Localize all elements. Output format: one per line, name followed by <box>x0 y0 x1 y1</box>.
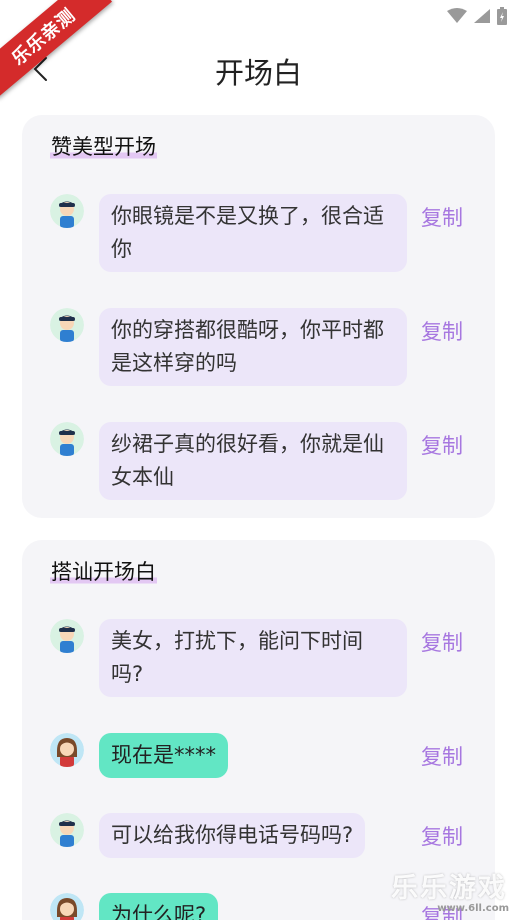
message-bubble: 纱裙子真的很好看，你就是仙女本仙 <box>99 422 407 500</box>
header: 开场白 <box>0 38 517 100</box>
signal-icon <box>474 9 490 23</box>
list-item: 纱裙子真的很好看，你就是仙女本仙 复制 <box>50 422 495 502</box>
section-title: 赞美型开场 <box>50 131 157 161</box>
battery-icon <box>497 7 507 25</box>
girl-avatar <box>50 893 84 920</box>
wifi-icon <box>447 8 467 23</box>
list-item: 你眼镜是不是又换了，很合适你 复制 <box>50 194 495 274</box>
message-bubble: 可以给我你得电话号码吗? <box>99 813 366 858</box>
girl-avatar <box>50 733 84 767</box>
list-item: 美女，打扰下，能问下时间吗? 复制 <box>50 619 495 699</box>
copy-button[interactable]: 复制 <box>421 430 463 460</box>
boy-avatar <box>50 813 84 847</box>
list-item: 你的穿搭都很酷呀，你平时都是这样穿的吗 复制 <box>50 308 495 388</box>
copy-button[interactable]: 复制 <box>421 741 463 771</box>
copy-button[interactable]: 复制 <box>421 821 463 851</box>
message-bubble: 你的穿搭都很酷呀，你平时都是这样穿的吗 <box>99 308 407 386</box>
boy-avatar <box>50 308 84 342</box>
list-item: 现在是**** 复制 <box>50 733 495 778</box>
message-bubble: 现在是**** <box>99 733 228 778</box>
section-title: 搭讪开场白 <box>50 556 157 586</box>
copy-button[interactable]: 复制 <box>421 202 463 232</box>
corner-watermark: 乐乐游戏 www.6ll.com <box>391 866 511 914</box>
message-bubble: 你眼镜是不是又换了，很合适你 <box>99 194 407 272</box>
status-icons <box>447 7 507 25</box>
boy-avatar <box>50 422 84 456</box>
copy-button[interactable]: 复制 <box>421 316 463 346</box>
corner-watermark-url: www.6ll.com <box>437 903 509 914</box>
section-praise-openers: 赞美型开场 你眼镜是不是又换了，很合适你 复制 你的穿搭都很酷呀，你平时都是这样… <box>22 115 495 518</box>
boy-avatar <box>50 194 84 228</box>
copy-button[interactable]: 复制 <box>421 627 463 657</box>
list-item: 可以给我你得电话号码吗? 复制 <box>50 813 495 858</box>
section-pickup-openers: 搭讪开场白 美女，打扰下，能问下时间吗? 复制 现在是**** 复制 可以给我你… <box>22 540 495 920</box>
message-bubble: 为什么呢? <box>99 893 219 920</box>
message-bubble: 美女，打扰下，能问下时间吗? <box>99 619 407 697</box>
corner-watermark-text: 乐乐游戏 <box>391 873 507 904</box>
page-title: 开场白 <box>214 56 302 90</box>
boy-avatar <box>50 619 84 653</box>
